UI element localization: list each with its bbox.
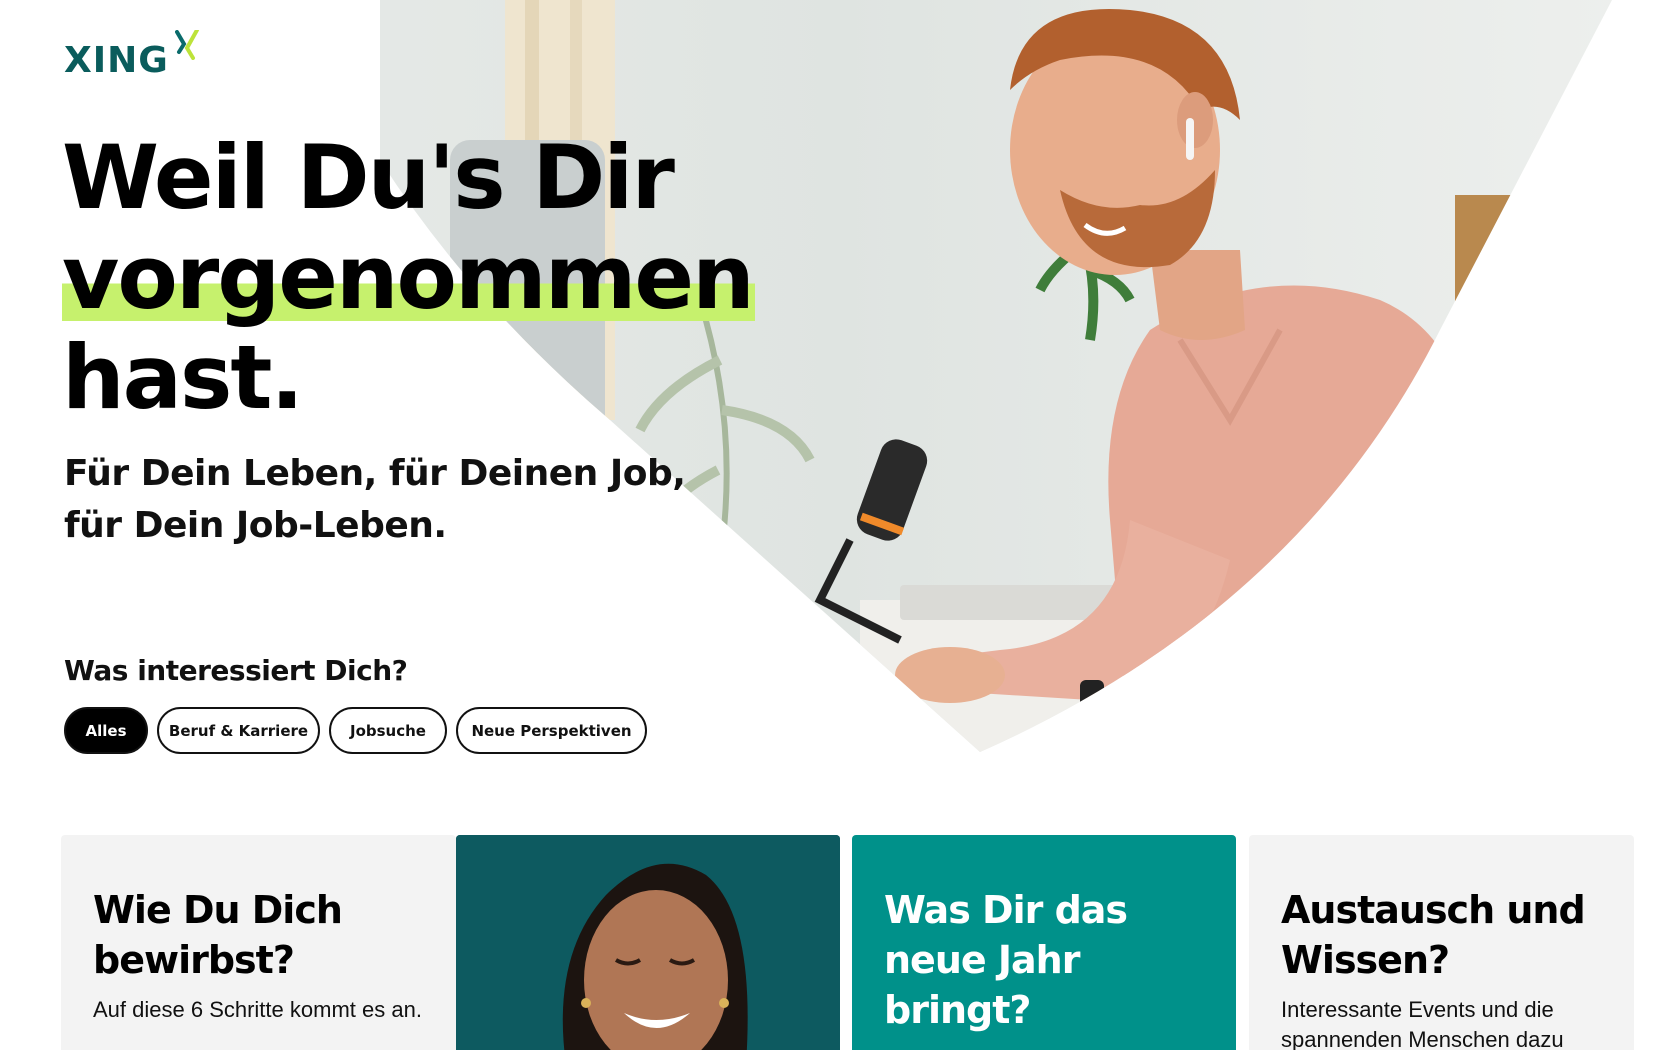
woman-photo xyxy=(456,835,840,1050)
hero-headline: Weil Du's Dir vorgenommen hast. xyxy=(62,128,782,428)
card-title: Austausch und Wissen? xyxy=(1281,888,1586,982)
headline-highlight: vorgenommen xyxy=(62,226,755,329)
card-image-woman[interactable] xyxy=(456,835,840,1050)
card-text: Auf diese 6 Schritte kommt es an. xyxy=(93,997,422,1022)
xing-logo[interactable]: XING xyxy=(64,28,201,81)
interest-filter-chips: Alles Beruf & Karriere Jobsuche Neue Per… xyxy=(64,707,647,754)
card-title: Was Dir das neue Jahr bringt? xyxy=(884,888,1128,1032)
card-neues-jahr[interactable]: Was Dir das neue Jahr bringt? xyxy=(852,835,1236,1050)
chip-jobsuche[interactable]: Jobsuche xyxy=(329,707,447,754)
xing-x-icon xyxy=(174,28,201,65)
headline-line-1: Weil Du's Dir xyxy=(62,126,675,229)
card-text: Interessante Events und die spannenden M… xyxy=(1281,997,1564,1050)
chip-alles[interactable]: Alles xyxy=(64,707,148,754)
chip-neue-perspektiven[interactable]: Neue Perspektiven xyxy=(456,707,647,754)
logo-text: XING xyxy=(64,40,169,81)
teaser-cards: Wie Du Dich bewirbst? Auf diese 6 Schrit… xyxy=(61,835,1634,1050)
card-bewerbung[interactable]: Wie Du Dich bewirbst? Auf diese 6 Schrit… xyxy=(61,835,456,1050)
hero-subline: Für Dein Leben, für Deinen Job, für Dein… xyxy=(64,448,704,552)
subline-line-1: Für Dein Leben, für Deinen Job, xyxy=(64,453,686,494)
subline-line-2: für Dein Job-Leben. xyxy=(64,505,447,546)
card-austausch[interactable]: Austausch und Wissen? Interessante Event… xyxy=(1249,835,1634,1050)
card-title: Wie Du Dich bewirbst? xyxy=(93,888,343,982)
interests-title: Was interessiert Dich? xyxy=(64,654,408,687)
headline-line-3: hast. xyxy=(62,326,304,429)
chip-beruf-karriere[interactable]: Beruf & Karriere xyxy=(157,707,320,754)
headline-line-2: vorgenommen xyxy=(62,226,782,329)
